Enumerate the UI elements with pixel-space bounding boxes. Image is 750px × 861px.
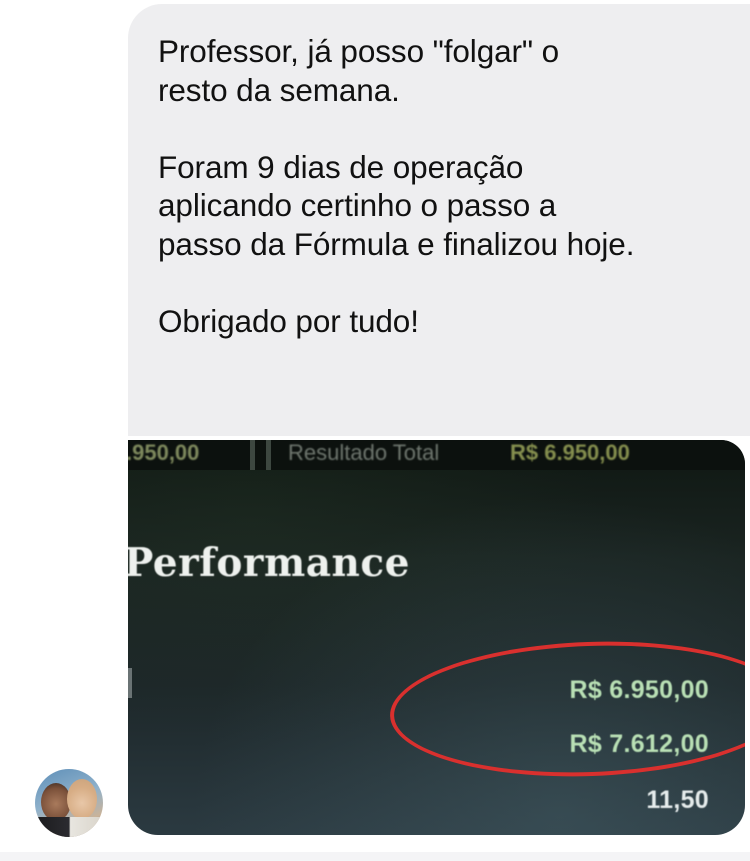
bottom-strip — [0, 852, 750, 861]
photo-value-2: R$ 7.612,00 — [569, 730, 709, 758]
photo-value-1: R$ 6.950,00 — [569, 676, 709, 704]
photo-edge-mark — [128, 668, 132, 698]
attached-screenshot-image[interactable]: .950,00 Resultado Total R$ 6.950,00 Perf… — [128, 440, 745, 835]
photo-heading: Performance — [128, 540, 410, 586]
photo-divider — [250, 440, 255, 470]
photo-top-left-value: .950,00 — [128, 440, 200, 465]
photo-value-3: 11,50 — [646, 786, 709, 814]
photo-glare — [128, 440, 745, 835]
photo-divider — [266, 440, 271, 470]
avatar-clothing — [35, 817, 103, 837]
message-text: Professor, já posso "folgar" o resto da … — [158, 33, 635, 339]
message-bubble[interactable]: Professor, já posso "folgar" o resto da … — [128, 4, 750, 436]
photo-top-bar: .950,00 Resultado Total R$ 6.950,00 — [128, 440, 745, 470]
photo-top-right-value: R$ 6.950,00 — [510, 440, 630, 465]
sender-avatar[interactable] — [35, 769, 103, 837]
avatar-person-2 — [67, 779, 97, 819]
photo-top-label: Resultado Total — [288, 440, 440, 465]
